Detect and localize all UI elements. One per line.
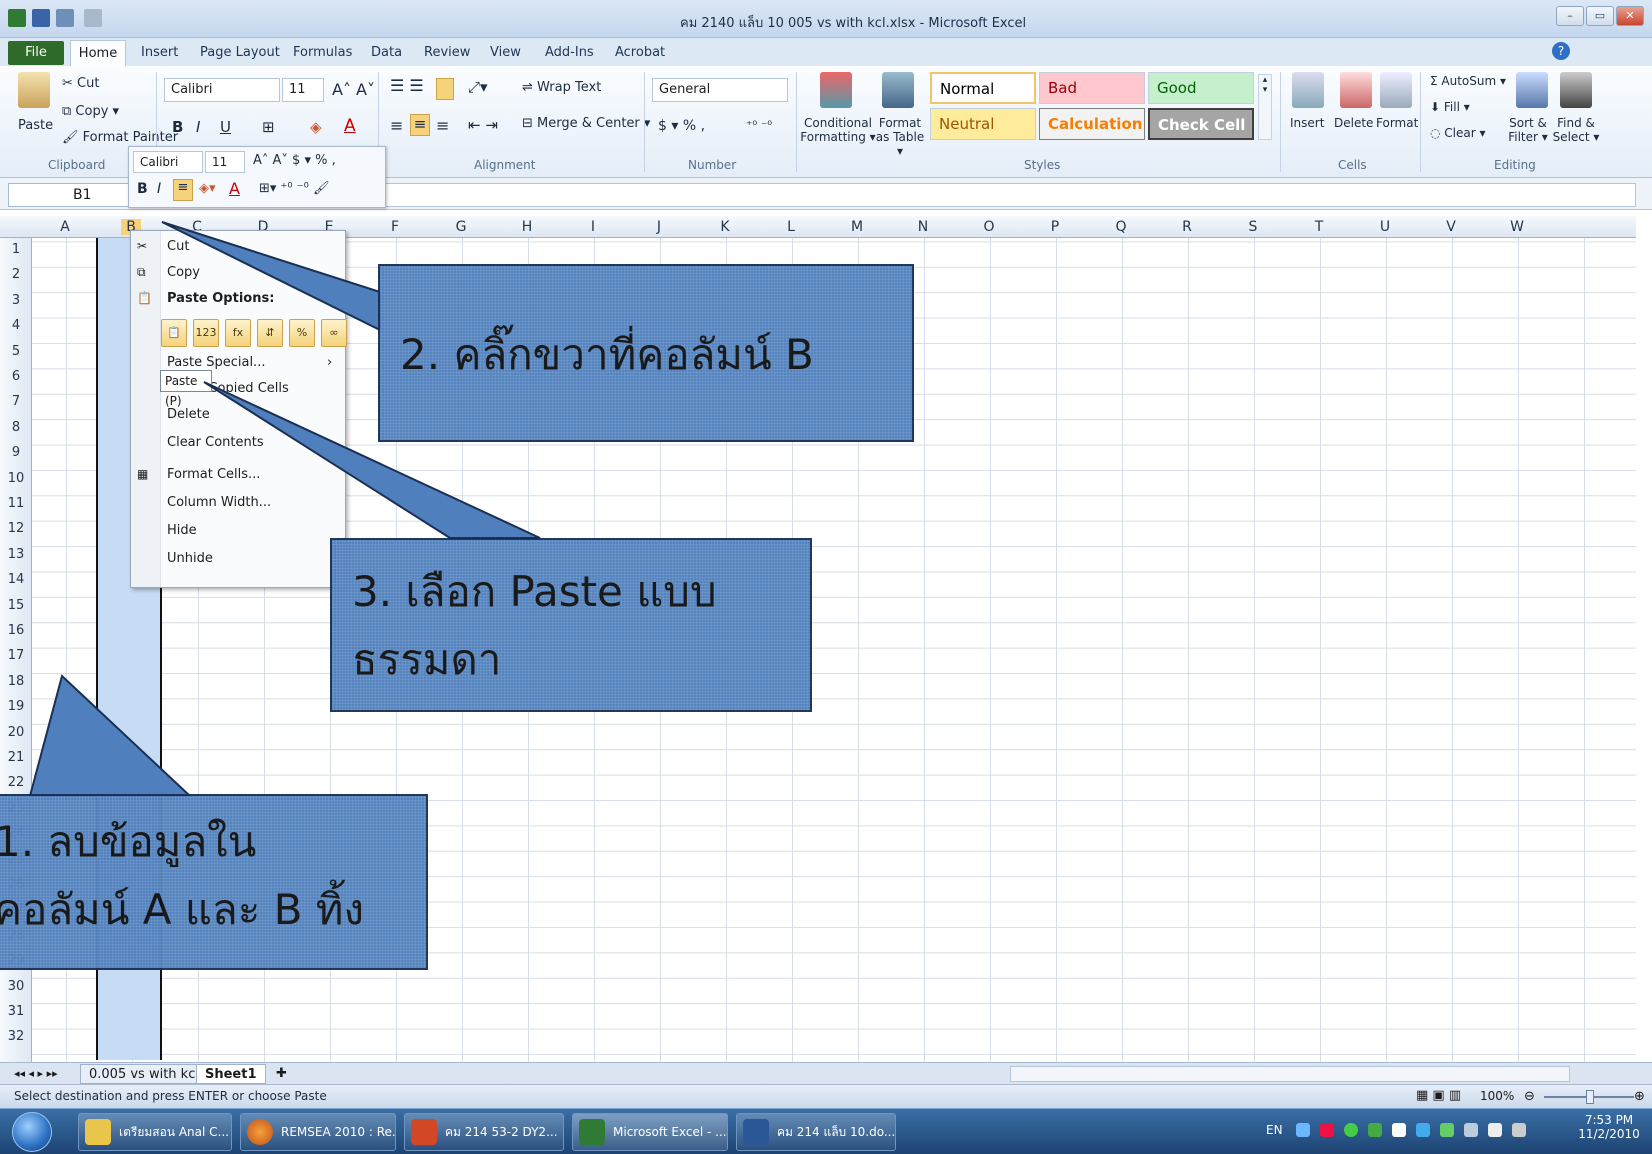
taskbar-item-firefox[interactable]: REMSEA 2010 : Re... [240, 1113, 396, 1151]
folder-icon [85, 1119, 111, 1145]
taskbar-item-word[interactable]: คม 214 แล็บ 10.do... [736, 1113, 896, 1151]
tray-icon-2[interactable] [1320, 1123, 1334, 1137]
taskbar-item-folder[interactable]: เตรียมสอน Anal C... [78, 1113, 232, 1151]
callout-step3: 3. เลือก Paste แบบ ธรรมดา [330, 538, 812, 712]
callout-pointers [28, 221, 541, 797]
callout-step1-line1: 1. ลบข้อมูลใน [0, 817, 257, 866]
excel-icon [579, 1119, 605, 1145]
tray-icon-3[interactable] [1344, 1123, 1358, 1137]
clock-time: 7:53 PM [1584, 1113, 1634, 1127]
tray-icon-4[interactable] [1368, 1123, 1382, 1137]
sheet-tab-1[interactable]: 0.005 vs with kcl [80, 1064, 208, 1084]
status-message: Select destination and press ENTER or ch… [14, 1089, 327, 1103]
sheet-tab-bar: ◂◂ ◂ ▸ ▸▸ 0.005 vs with kcl Sheet1 ✚ [0, 1062, 1652, 1084]
clock-date: 11/2/2010 [1578, 1127, 1640, 1141]
start-button[interactable] [12, 1112, 52, 1152]
pointer-step1 [28, 674, 193, 797]
tray-icon-1[interactable] [1296, 1123, 1310, 1137]
clock[interactable]: 7:53 PM 11/2/2010 [1576, 1113, 1642, 1141]
sheet-nav-icons[interactable]: ◂◂ ◂ ▸ ▸▸ [6, 1064, 66, 1084]
pointer-step2 [161, 221, 381, 332]
zoom-level[interactable]: 100% [1480, 1089, 1514, 1103]
callout-step3-line2: ธรรมดา [352, 635, 502, 684]
callout-step1: 1. ลบข้อมูลใน คอลัมน์ A และ B ทิ้ง [0, 794, 428, 970]
volume-icon[interactable] [1392, 1123, 1406, 1137]
horizontal-scrollbar[interactable] [1010, 1066, 1570, 1082]
callout-step3-line1: 3. เลือก Paste แบบ [352, 567, 717, 616]
callout-step2: 2. คลิ๊กขวาที่คอลัมน์ B [378, 264, 914, 442]
status-bar: Select destination and press ENTER or ch… [0, 1084, 1652, 1108]
taskbar-item-excel[interactable]: Microsoft Excel - ... [572, 1113, 728, 1151]
word-icon [743, 1119, 769, 1145]
tray-icon-7[interactable] [1488, 1123, 1502, 1137]
zoom-thumb[interactable] [1586, 1090, 1594, 1104]
network-icon[interactable] [1416, 1123, 1430, 1137]
callout-step1-line2: คอลัมน์ A และ B ทิ้ง [0, 885, 364, 934]
tray-icon-8[interactable] [1512, 1123, 1526, 1137]
tray-icon-5[interactable] [1440, 1123, 1454, 1137]
view-buttons-icon[interactable]: ▦ ▣ ▥ [1416, 1088, 1461, 1103]
taskbar-item-powerpoint[interactable]: คม 214 53-2 DY2... [404, 1113, 564, 1151]
sheet-tab-2[interactable]: Sheet1 [196, 1064, 266, 1084]
firefox-icon [247, 1119, 273, 1145]
zoom-in-icon[interactable]: ⊕ [1634, 1089, 1645, 1104]
zoom-out-icon[interactable]: ⊖ [1524, 1089, 1535, 1104]
powerpoint-icon [411, 1119, 437, 1145]
tray-icon-6[interactable] [1464, 1123, 1478, 1137]
language-indicator[interactable]: EN [1266, 1123, 1283, 1137]
insert-sheet-icon[interactable]: ✚ [268, 1064, 295, 1084]
taskbar: เตรียมสอน Anal C... REMSEA 2010 : Re... … [0, 1108, 1652, 1154]
